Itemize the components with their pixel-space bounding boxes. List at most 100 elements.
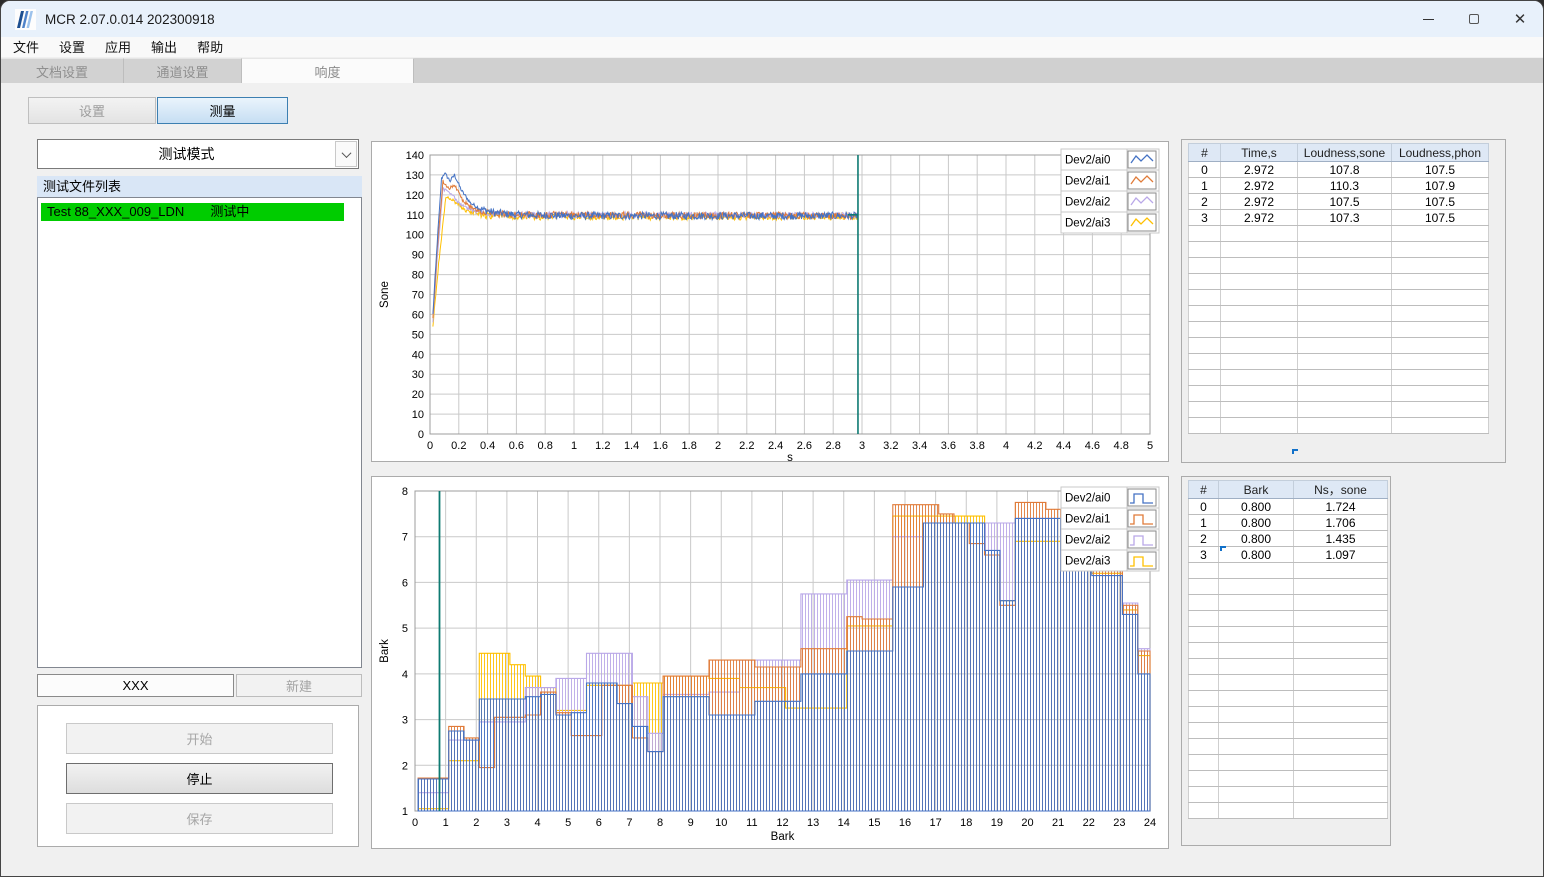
table-empty-row: [1188, 626, 1388, 643]
svg-text:4.8: 4.8: [1114, 440, 1129, 452]
svg-text:7: 7: [402, 532, 408, 544]
svg-text:20: 20: [412, 389, 424, 401]
table-cell: 107.9: [1391, 177, 1489, 194]
file-list-header: 测试文件列表: [37, 176, 362, 197]
specific-loudness-chart-panel: 0 1 2 3 4 5 6 7 8 9 10 11 12 13 14 15 16 17 18 19 20 21 22 23 24…: [371, 476, 1169, 849]
table-cell: 2: [1188, 530, 1219, 547]
table-cell: 0: [1188, 498, 1219, 515]
app-window: MCR 2.07.0.014 202300918 ✕ 文件 设置 应用 输出 帮助 文档…: [0, 0, 1544, 877]
table-empty-row: [1188, 802, 1388, 819]
table-empty-row: [1188, 642, 1388, 659]
svg-text:4: 4: [402, 669, 408, 681]
svg-text:2.4: 2.4: [768, 440, 783, 452]
svg-text:14: 14: [838, 817, 850, 829]
svg-text:2.6: 2.6: [797, 440, 812, 452]
table-empty-row: [1188, 690, 1388, 707]
table-cell: 0.800: [1218, 530, 1294, 547]
save-button[interactable]: 保存: [66, 803, 333, 834]
start-button[interactable]: 开始: [66, 723, 333, 754]
table-header-row: # Time,s Loudness,sone Loudness,phon: [1188, 143, 1489, 162]
loudness-time-chart: 0 0.2 0.4 0.6 0.8 1 1.2 1.4 1.6 1.8 2 2.2 2.4 2.6 2.8 3…: [379, 148, 1160, 464]
svg-text:6: 6: [596, 817, 602, 829]
svg-text:5: 5: [1147, 440, 1153, 452]
svg-text:0.6: 0.6: [509, 440, 524, 452]
table-row[interactable]: 3 0.800 1.097: [1188, 546, 1388, 563]
svg-text:1: 1: [443, 817, 449, 829]
table-cell: 0.800: [1218, 514, 1294, 531]
test-file-status: 测试中: [210, 204, 250, 219]
svg-text:5: 5: [565, 817, 571, 829]
tab-2[interactable]: 响度: [242, 58, 414, 83]
tab-0[interactable]: 文档设置: [1, 58, 124, 83]
loudness-table-panel: # Time,s Loudness,sone Loudness,phon 0 2.972 1…: [1181, 139, 1506, 463]
subtab-measure[interactable]: 测量: [157, 97, 288, 124]
test-file-name: Test 88_XXX_009_LDN: [47, 204, 185, 219]
svg-text:22: 22: [1083, 817, 1095, 829]
menu-item-4[interactable]: 帮助: [187, 37, 233, 58]
maximize-button[interactable]: [1451, 1, 1497, 37]
svg-text:4.6: 4.6: [1085, 440, 1100, 452]
close-button[interactable]: ✕: [1497, 1, 1543, 37]
svg-text:110: 110: [406, 210, 424, 222]
svg-text:100: 100: [406, 230, 424, 242]
svg-text:16: 16: [899, 817, 911, 829]
table-header-cell: #: [1188, 480, 1219, 499]
tab-1[interactable]: 通道设置: [124, 58, 242, 83]
table-row[interactable]: 0 0.800 1.724: [1188, 498, 1388, 515]
menu-item-2[interactable]: 应用: [95, 37, 141, 58]
svg-text:21: 21: [1052, 817, 1064, 829]
table-empty-row: [1188, 401, 1489, 418]
xxx-button[interactable]: XXX: [37, 674, 234, 697]
svg-text:60: 60: [412, 309, 424, 321]
svg-text:0.4: 0.4: [480, 440, 495, 452]
legend-label: Dev2/ai3: [1065, 556, 1110, 568]
svg-text:3.8: 3.8: [970, 440, 985, 452]
measure-control-group: 开始 停止 保存: [37, 705, 359, 847]
test-file-list[interactable]: Test 88_XXX_009_LDN 测试中: [37, 197, 362, 668]
svg-text:10: 10: [715, 817, 727, 829]
tab-bar: 文档设置 通道设置 响度: [1, 58, 1543, 83]
table-empty-row: [1188, 738, 1388, 755]
loudness-time-chart-panel: 0 0.2 0.4 0.6 0.8 1 1.2 1.4 1.6 1.8 2 2.2 2.4 2.6 2.8 3…: [371, 141, 1169, 464]
svg-text:9: 9: [688, 817, 694, 829]
svg-text:20: 20: [1021, 817, 1033, 829]
subtab-settings[interactable]: 设置: [28, 97, 156, 124]
series-line: [432, 172, 859, 314]
table-row[interactable]: 1 0.800 1.706: [1188, 514, 1388, 531]
svg-text:1: 1: [402, 806, 408, 818]
svg-text:90: 90: [412, 250, 424, 262]
minimize-button[interactable]: [1405, 1, 1451, 37]
y-axis-label: Bark: [379, 639, 391, 663]
table-cell: 107.3: [1297, 209, 1392, 226]
svg-text:17: 17: [930, 817, 942, 829]
svg-text:0: 0: [418, 429, 424, 441]
chevron-down-icon[interactable]: [335, 141, 357, 167]
table-row[interactable]: 1 2.972 110.3 107.9: [1188, 177, 1489, 194]
svg-text:4.2: 4.2: [1027, 440, 1042, 452]
table-row[interactable]: 0 2.972 107.8 107.5: [1188, 161, 1489, 178]
svg-text:1: 1: [571, 440, 577, 452]
table-empty-row: [1188, 353, 1489, 370]
table-cell: 2.972: [1220, 209, 1298, 226]
menu-item-1[interactable]: 设置: [49, 37, 95, 58]
menu-item-0[interactable]: 文件: [3, 37, 49, 58]
svg-text:3: 3: [859, 440, 865, 452]
table-row[interactable]: 2 0.800 1.435: [1188, 530, 1388, 547]
legend-label: Dev2/ai2: [1065, 535, 1110, 547]
test-file-item[interactable]: Test 88_XXX_009_LDN 测试中: [41, 203, 344, 221]
table-header-cell: Bark: [1218, 480, 1294, 499]
table-cell: 107.5: [1297, 193, 1392, 210]
svg-text:5: 5: [402, 623, 408, 635]
table-row[interactable]: 2 2.972 107.5 107.5: [1188, 193, 1489, 210]
legend-label: Dev2/ai1: [1065, 514, 1110, 526]
new-button[interactable]: 新建: [236, 674, 362, 697]
test-mode-select[interactable]: 测试模式: [37, 139, 359, 169]
table-cell: 110.3: [1297, 177, 1392, 194]
menu-item-3[interactable]: 输出: [141, 37, 187, 58]
main-content: 设置 测量 测试模式 测试文件列表 Test 88_XXX_009_LDN 测试中…: [1, 83, 1543, 876]
table-empty-row: [1188, 417, 1489, 434]
stop-button[interactable]: 停止: [66, 763, 333, 794]
table-empty-row: [1188, 722, 1388, 739]
svg-text:3: 3: [402, 715, 408, 727]
table-row[interactable]: 3 2.972 107.3 107.5: [1188, 209, 1489, 226]
